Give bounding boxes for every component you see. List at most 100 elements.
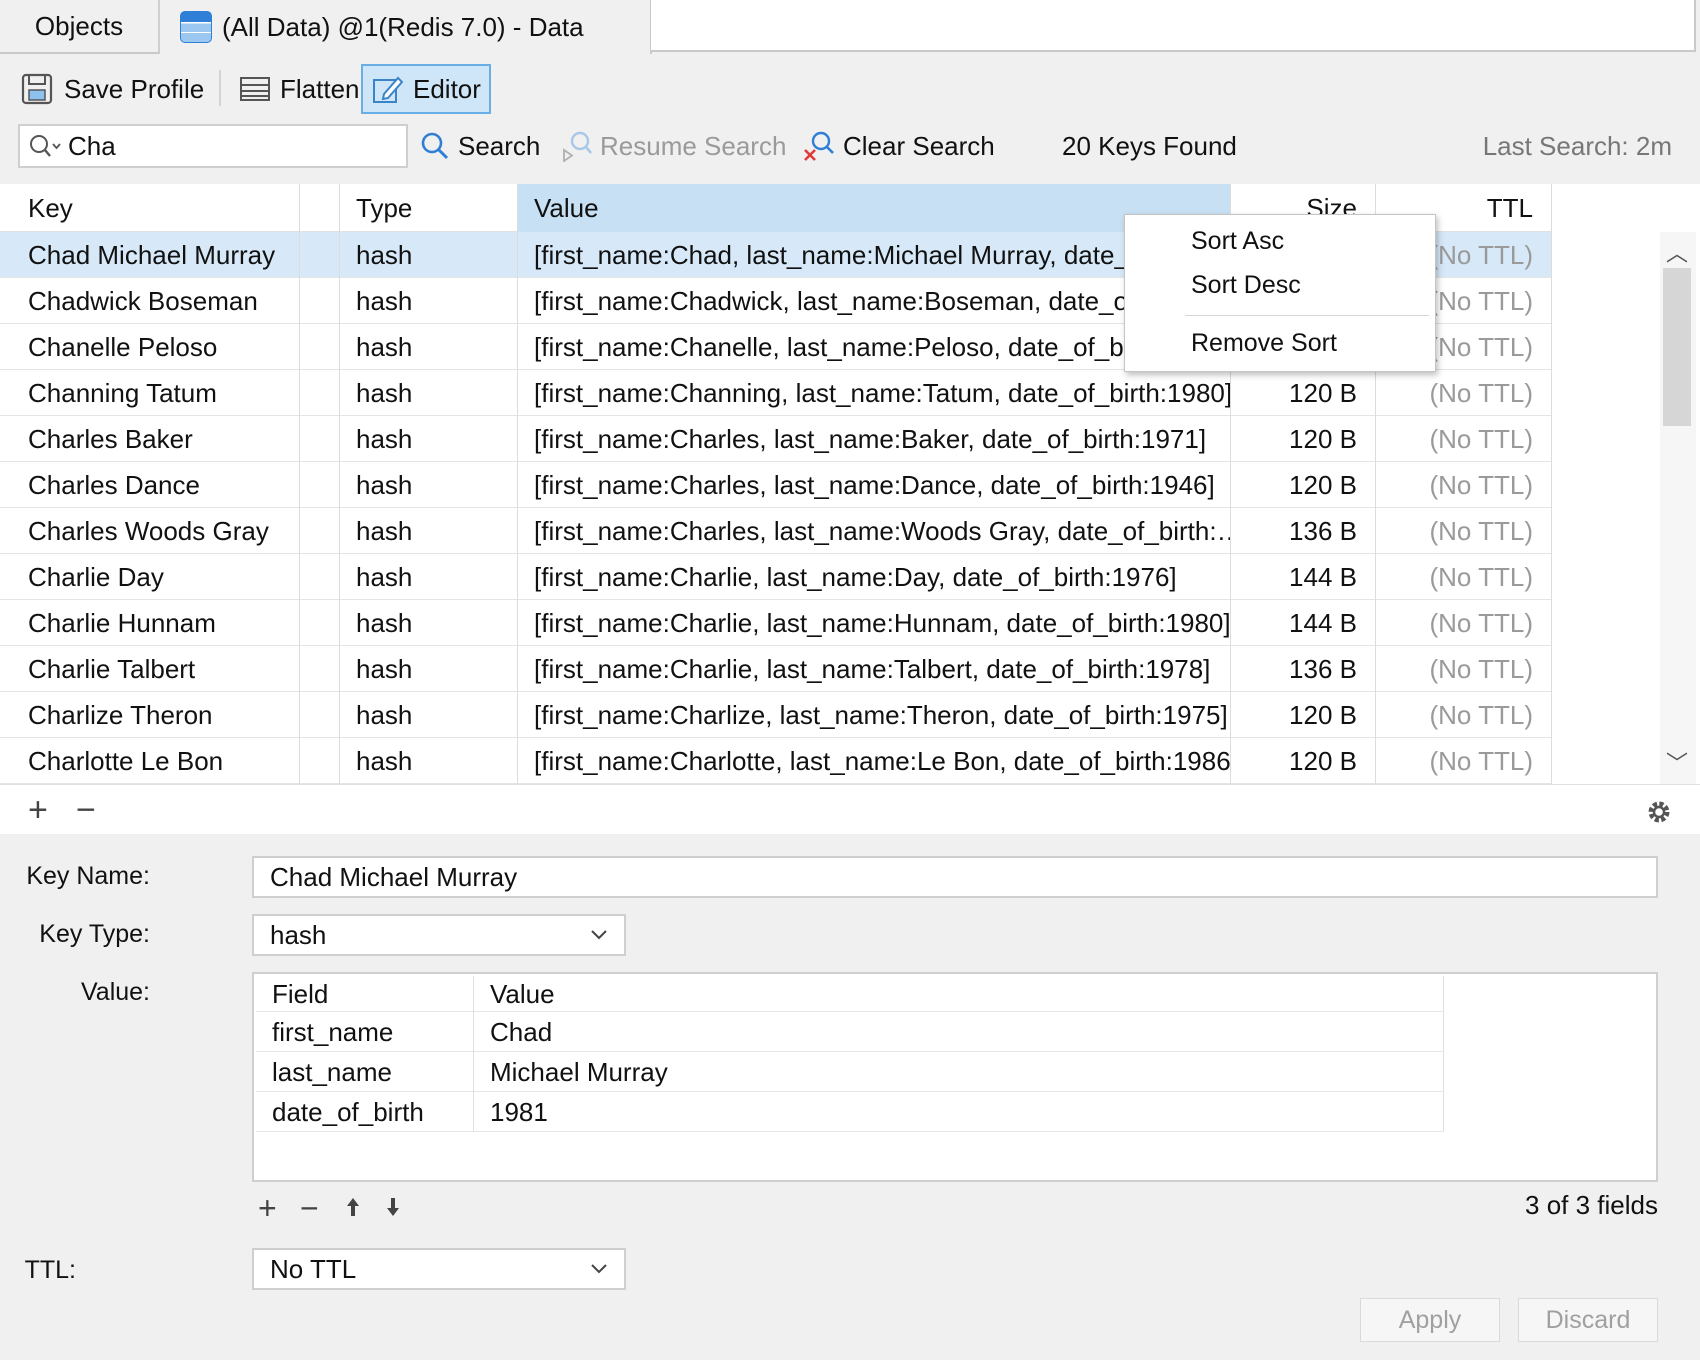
cell-ttl: (No TTL): [1376, 416, 1552, 462]
pencil-edit-icon: [373, 76, 403, 103]
cell-value: [first_name:Charles, last_name:Woods Gra…: [518, 508, 1231, 554]
arrow-down-icon[interactable]: [384, 1196, 402, 1218]
cell-value: [first_name:Charlie, last_name:Talbert, …: [518, 646, 1231, 692]
cell-type: hash: [340, 738, 518, 784]
cell-type: hash: [340, 324, 518, 370]
cell-size: 120 B: [1231, 416, 1376, 462]
cell-spacer: [300, 462, 340, 508]
cell-spacer: [300, 370, 340, 416]
scroll-down-arrow-icon[interactable]: ﹀: [1666, 746, 1688, 778]
field-cell-value: Chad: [474, 1012, 1444, 1052]
grid-scrollbar[interactable]: ︿ ﹀: [1660, 232, 1696, 784]
key-name-input[interactable]: Chad Michael Murray: [252, 856, 1658, 898]
table-row[interactable]: Charlie Talbert hash [first_name:Charlie, …: [0, 646, 1552, 692]
clear-search-button[interactable]: Clear Search: [803, 124, 995, 168]
save-profile-button[interactable]: Save Profile: [12, 64, 212, 114]
field-column-header[interactable]: Field: [256, 976, 474, 1012]
scrollbar-thumb[interactable]: [1663, 268, 1691, 426]
ttl-select[interactable]: No TTL: [252, 1248, 626, 1290]
table-row[interactable]: Charlie Day hash [first_name:Charlie, last…: [0, 554, 1552, 600]
value-label: Value:: [80, 978, 150, 1006]
arrow-up-icon[interactable]: [344, 1196, 362, 1218]
menu-item-remove-sort[interactable]: Remove Sort: [1191, 329, 1337, 358]
key-type-select[interactable]: hash: [252, 914, 626, 956]
cell-type: hash: [340, 416, 518, 462]
table-row[interactable]: Charlize Theron hash [first_name:Charlize,…: [0, 692, 1552, 738]
tab-objects[interactable]: Objects: [0, 0, 160, 54]
tab-bar: Objects (All Data) @1(Redis 7.0) - Data: [0, 0, 1700, 54]
cell-spacer: [300, 600, 340, 646]
table-row[interactable]: Charles Dance hash [first_name:Charles, la…: [0, 462, 1552, 508]
resume-search-button[interactable]: Resume Search: [562, 124, 786, 168]
clear-search-label: Clear Search: [843, 130, 995, 161]
field-cell-field: first_name: [256, 1012, 474, 1052]
keys-found-count: 20 Keys Found: [1062, 130, 1237, 161]
ttl-label: TTL:: [24, 1256, 76, 1284]
field-row[interactable]: date_of_birth 1981: [256, 1092, 1444, 1132]
cell-key: Charles Baker: [0, 416, 300, 462]
cell-ttl: (No TTL): [1376, 370, 1552, 416]
remove-key-icon[interactable]: −: [76, 793, 96, 827]
cell-value: [first_name:Charlotte, last_name:Le Bon,…: [518, 738, 1231, 784]
cell-type: hash: [340, 232, 518, 278]
search-button[interactable]: Search: [420, 124, 540, 168]
scroll-up-arrow-icon[interactable]: ︿: [1666, 236, 1688, 268]
key-name-value: Chad Michael Murray: [270, 861, 518, 892]
cell-value: [first_name:Charlie, last_name:Hunnam, d…: [518, 600, 1231, 646]
data-grid: Key Type Value Size TTL Chad Michael Mur…: [0, 184, 1700, 784]
cell-key: Charlie Hunnam: [0, 600, 300, 646]
cell-value: [first_name:Charlize, last_name:Theron, …: [518, 692, 1231, 738]
cell-spacer: [300, 554, 340, 600]
cell-spacer: [300, 646, 340, 692]
search-query: Cha: [68, 130, 116, 161]
table-row[interactable]: Charles Woods Gray hash [first_name:Charle…: [0, 508, 1552, 554]
flatten-button[interactable]: Flatten: [232, 64, 368, 114]
table-row[interactable]: Channing Tatum hash [first_name:Channing, …: [0, 370, 1552, 416]
key-type-value: hash: [270, 919, 327, 950]
cell-spacer: [300, 232, 340, 278]
search-input[interactable]: Cha: [18, 124, 408, 168]
cell-type: hash: [340, 554, 518, 600]
tab-data[interactable]: (All Data) @1(Redis 7.0) - Data: [160, 0, 652, 54]
gear-icon[interactable]: [1646, 799, 1672, 825]
apply-button[interactable]: Apply: [1360, 1298, 1500, 1342]
cell-ttl: (No TTL): [1376, 738, 1552, 784]
menu-separator: [1185, 315, 1429, 316]
cell-key: Chadwick Boseman: [0, 278, 300, 324]
save-profile-label: Save Profile: [64, 73, 205, 104]
field-row[interactable]: last_name Michael Murray: [256, 1052, 1444, 1092]
cell-key: Chad Michael Murray: [0, 232, 300, 278]
cell-ttl: (No TTL): [1376, 692, 1552, 738]
cell-size: 136 B: [1231, 646, 1376, 692]
editor-button[interactable]: Editor: [361, 64, 491, 114]
add-field-icon[interactable]: +: [258, 1190, 277, 1227]
discard-button[interactable]: Discard: [1518, 1298, 1658, 1342]
remove-field-icon[interactable]: −: [300, 1190, 319, 1227]
cell-ttl: (No TTL): [1376, 508, 1552, 554]
column-header-type[interactable]: Type: [340, 184, 518, 232]
field-row[interactable]: first_name Chad: [256, 1012, 1444, 1052]
chevron-down-icon: [591, 930, 607, 940]
menu-item-sort-desc[interactable]: Sort Desc: [1191, 271, 1301, 300]
column-header-type-label: Type: [356, 192, 413, 223]
sort-context-menu: Sort Asc Sort Desc Remove Sort: [1124, 214, 1436, 372]
table-row[interactable]: Charlotte Le Bon hash [first_name:Charlott…: [0, 738, 1552, 784]
column-header-key[interactable]: Key: [0, 184, 300, 232]
field-cell-value: Michael Murray: [474, 1052, 1444, 1092]
editor-label: Editor: [413, 73, 481, 104]
hash-value-table: Field Value first_name Chad last_name Micha…: [252, 972, 1658, 1182]
table-row[interactable]: Charles Baker hash [first_name:Charles, la…: [0, 416, 1552, 462]
tab-objects-label: Objects: [34, 10, 124, 41]
field-cell-field: last_name: [256, 1052, 474, 1092]
ttl-value: No TTL: [270, 1253, 357, 1284]
menu-item-sort-asc[interactable]: Sort Asc: [1191, 227, 1284, 256]
value-column-header[interactable]: Value: [474, 976, 1444, 1012]
add-key-icon[interactable]: +: [28, 793, 48, 827]
cell-key: Charlize Theron: [0, 692, 300, 738]
cell-ttl: (No TTL): [1376, 646, 1552, 692]
cell-spacer: [300, 738, 340, 784]
cell-size: 144 B: [1231, 554, 1376, 600]
table-row[interactable]: Charlie Hunnam hash [first_name:Charlie, l…: [0, 600, 1552, 646]
cell-key: Chanelle Peloso: [0, 324, 300, 370]
cell-size: 136 B: [1231, 508, 1376, 554]
